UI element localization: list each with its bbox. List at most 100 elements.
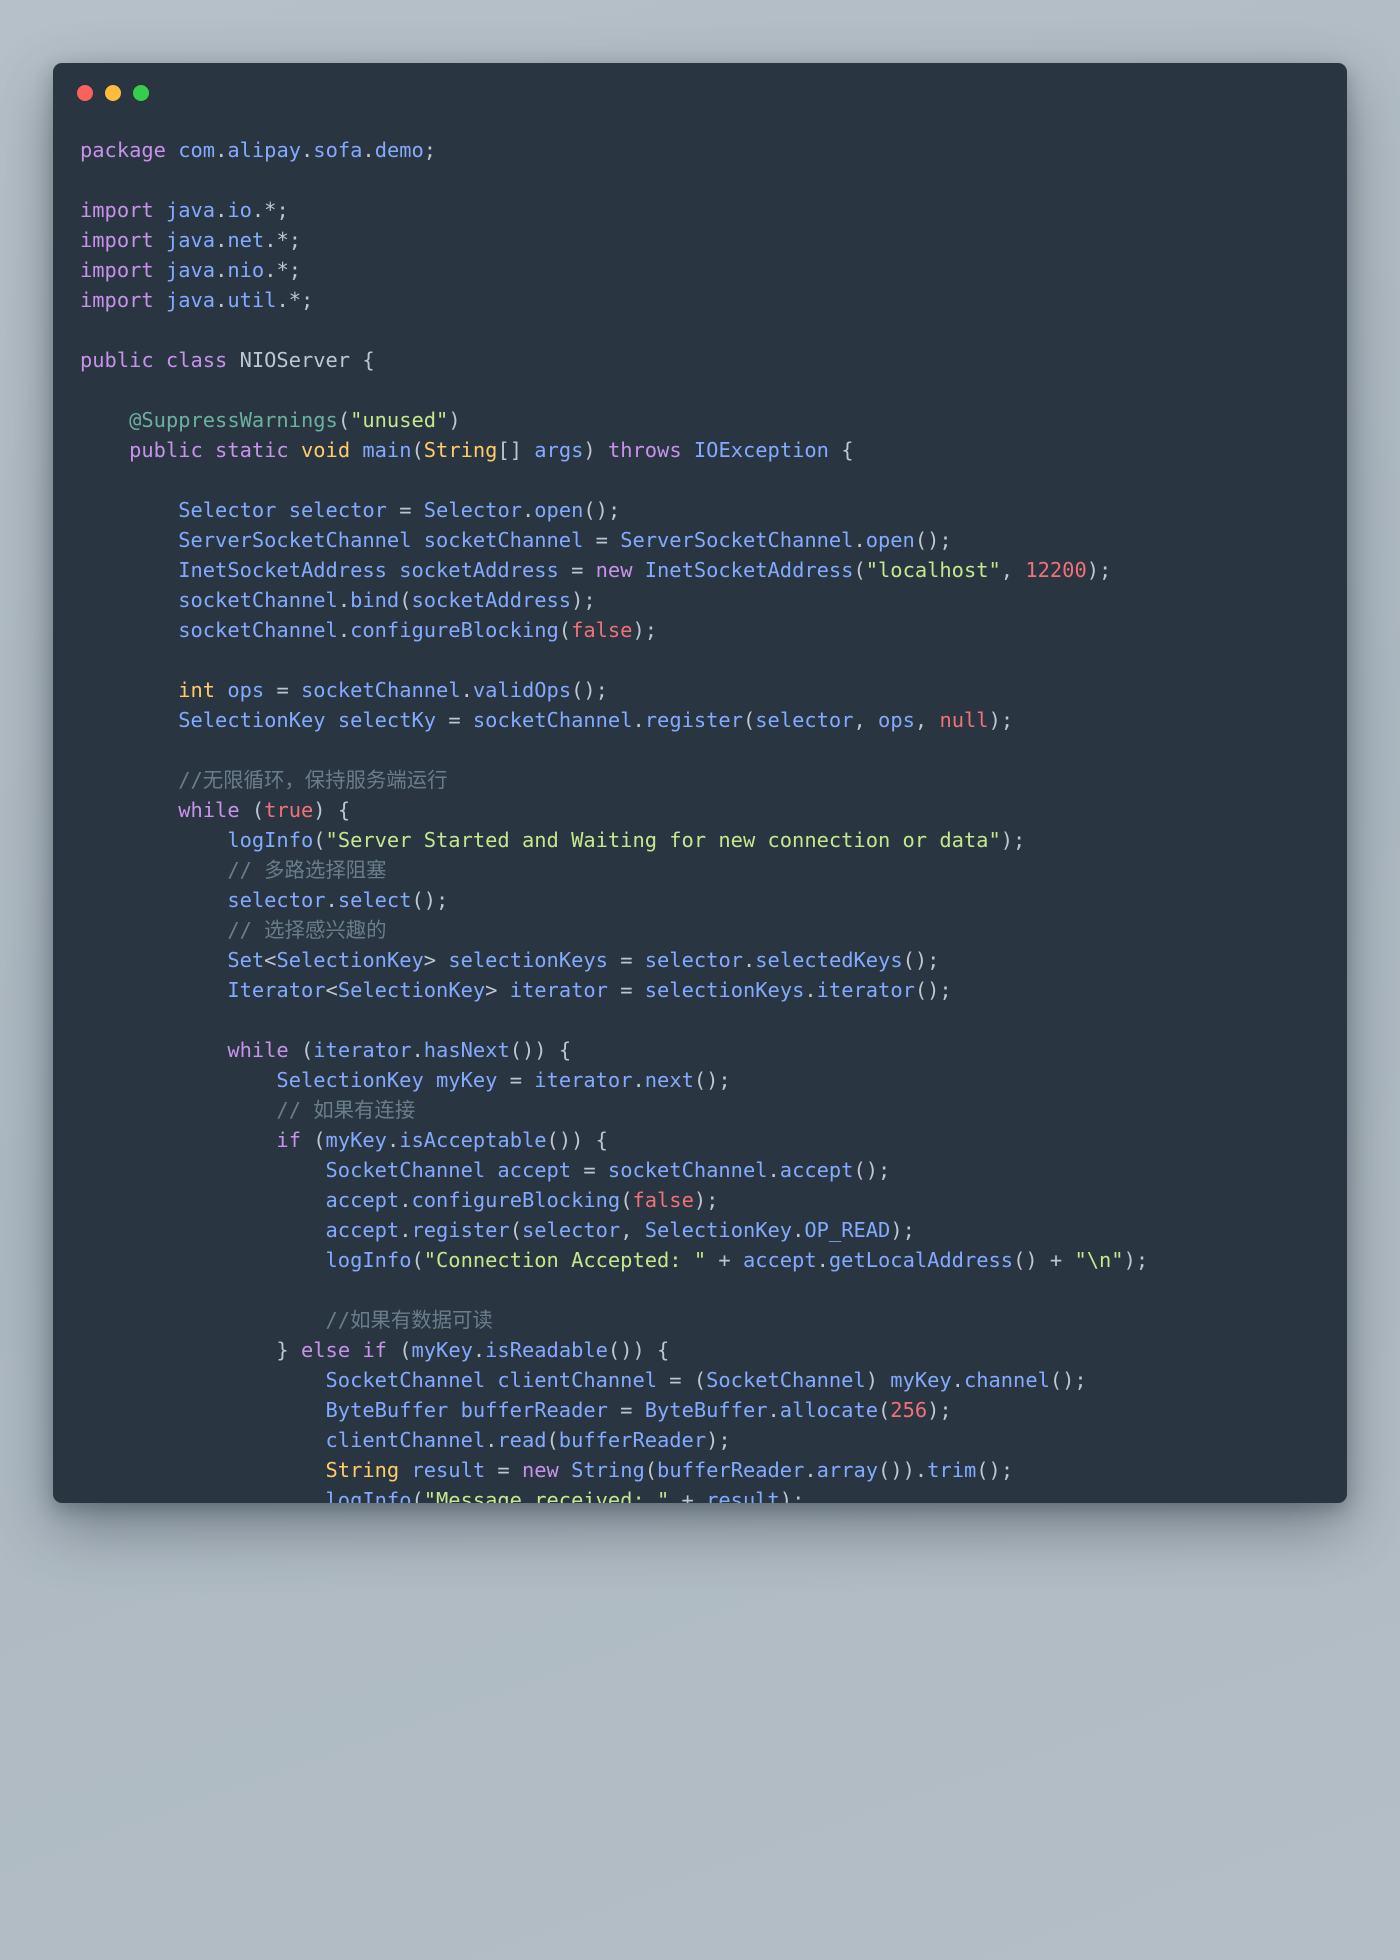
code-token-type: com — [178, 138, 216, 162]
code-token-ann: @SuppressWarnings — [129, 408, 338, 432]
code-token-id: selector — [288, 498, 387, 522]
code-token-pun: ); — [890, 1218, 915, 1242]
code-token-id: ops — [878, 708, 915, 732]
code-line: accept.register(selector, SelectionKey.O… — [53, 1215, 1347, 1245]
code-token-kw: throws — [607, 438, 694, 462]
window-titlebar[interactable] — [53, 63, 1347, 125]
code-token-id: bufferReader — [460, 1398, 608, 1422]
code-token-id: bufferReader — [558, 1428, 707, 1452]
code-token-fn: isAcceptable — [399, 1128, 547, 1152]
code-token-pun: , — [620, 1218, 645, 1242]
code-line: @SuppressWarnings("unused") — [53, 405, 1347, 435]
code-token-id: selector — [644, 948, 743, 972]
code-token-fn: logInfo — [227, 828, 314, 852]
close-button[interactable] — [77, 85, 93, 101]
code-token-pun: ( — [337, 408, 351, 432]
code-line: if (myKey.isAcceptable()) { — [53, 1125, 1347, 1155]
code-token-type: SocketChannel — [325, 1158, 486, 1182]
code-token-pun: ( — [399, 588, 412, 612]
maximize-button[interactable] — [133, 85, 149, 101]
minimize-button[interactable] — [105, 85, 121, 101]
code-token-fn: isReadable — [485, 1338, 608, 1362]
code-token-pun: () + — [1013, 1248, 1075, 1272]
code-token-pun: ); — [706, 1428, 731, 1452]
traffic-lights — [77, 85, 149, 101]
code-token-pun: . — [853, 528, 866, 552]
code-token-cmt: //无限循环，保持服务端运行 — [178, 768, 448, 792]
code-token-pun: . — [215, 228, 228, 252]
code-editor-content[interactable]: package com.alipay.sofa.demo; import jav… — [53, 125, 1347, 1503]
code-token-pun: ); — [988, 708, 1014, 732]
code-token-prim: String — [325, 1458, 412, 1482]
code-token-pun: ()) { — [546, 1128, 608, 1152]
code-token-fn: open — [534, 498, 584, 522]
code-token-pun: . — [301, 138, 314, 162]
code-token-type: SelectionKey — [276, 948, 424, 972]
code-token-pun: + — [669, 1488, 707, 1503]
code-token-pun: = — [386, 498, 424, 522]
code-token-pun: (); — [571, 678, 608, 702]
code-line: clientChannel.read(bufferReader); — [53, 1425, 1347, 1455]
code-token-str: "Connection Accepted: " — [423, 1248, 707, 1272]
code-token-pun: . — [632, 1068, 645, 1092]
code-token-type: java — [165, 288, 216, 312]
code-token-type: ServerSocketChannel — [620, 528, 854, 552]
code-token-pun: . — [804, 1458, 817, 1482]
code-token-type: sofa — [313, 138, 363, 162]
code-token-fn: logInfo — [325, 1248, 412, 1272]
code-token-fn: select — [337, 888, 412, 912]
code-token-pun: (); — [1049, 1368, 1087, 1392]
code-token-pun: . — [632, 708, 645, 732]
code-token-pun: ); — [1123, 1248, 1149, 1272]
code-token-pun: ( — [301, 1038, 314, 1062]
code-token-pun: ) — [865, 1368, 891, 1392]
code-line: import java.nio.*; — [53, 255, 1347, 285]
code-token-pun: ( — [546, 1428, 559, 1452]
code-token-pun: ( — [313, 828, 326, 852]
code-token-pun: . — [362, 138, 375, 162]
code-token-id: clientChannel — [325, 1428, 486, 1452]
code-token-kw: public static — [129, 438, 301, 462]
code-line: while (true) { — [53, 795, 1347, 825]
code-token-pun: .*; — [251, 198, 289, 222]
code-token-type: SocketChannel — [325, 1368, 486, 1392]
code-line: SocketChannel clientChannel = (SocketCha… — [53, 1365, 1347, 1395]
code-token-pun: ( — [742, 708, 756, 732]
code-token-id: myKey — [325, 1128, 387, 1152]
code-token-pun: (); — [976, 1458, 1014, 1482]
code-line: Iterator<SelectionKey> iterator = select… — [53, 975, 1347, 1005]
code-token-id: socketAddress — [399, 558, 559, 582]
code-token-pun: . — [215, 258, 228, 282]
code-token-id: selectKy — [337, 708, 437, 732]
code-token-pun: . — [215, 138, 228, 162]
code-token-type: io — [227, 198, 252, 222]
code-token-kw: else if — [300, 1338, 400, 1362]
code-token-cmt: //如果有数据可读 — [325, 1308, 493, 1332]
code-token-pun: ); — [1086, 558, 1112, 582]
code-token-pun: = — [607, 1398, 645, 1422]
code-token-type: java — [165, 258, 216, 282]
code-line: //无限循环，保持服务端运行 — [53, 765, 1347, 795]
code-line: ByteBuffer bufferReader = ByteBuffer.all… — [53, 1395, 1347, 1425]
code-line: socketChannel.configureBlocking(false); — [53, 615, 1347, 645]
code-token-id: OP_READ — [804, 1218, 891, 1242]
code-token-pun: { — [828, 438, 854, 462]
code-token-pun: ); — [927, 1398, 952, 1422]
code-token-id: myKey — [890, 1368, 952, 1392]
code-token-pun: < — [264, 948, 277, 972]
code-token-pun: = — [607, 948, 645, 972]
code-token-pun: ) { — [313, 798, 351, 822]
code-token-type: net — [227, 228, 265, 252]
